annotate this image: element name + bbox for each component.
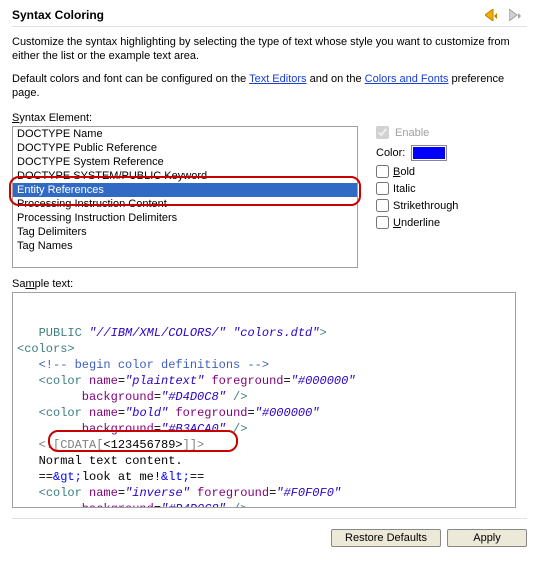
enable-label: Enable <box>395 127 429 139</box>
list-item[interactable]: Processing Instruction Delimiters <box>13 211 357 225</box>
enable-checkbox <box>376 126 389 139</box>
color-label: Color: <box>376 147 405 159</box>
list-item[interactable]: DOCTYPE Name <box>13 127 357 141</box>
color-swatch[interactable] <box>411 145 447 161</box>
sample-text-label: Sample text: <box>12 278 527 290</box>
list-item[interactable]: DOCTYPE Public Reference <box>13 141 357 155</box>
apply-button[interactable]: Apply <box>447 529 527 547</box>
list-item[interactable]: Tag Names <box>13 239 357 253</box>
underline-checkbox[interactable]: Underline <box>376 216 440 229</box>
syntax-element-list[interactable]: DOCTYPE NameDOCTYPE Public ReferenceDOCT… <box>12 126 358 268</box>
list-item[interactable]: Processing Instruction Content <box>13 197 357 211</box>
intro-text: Customize the syntax highlighting by sel… <box>12 35 527 100</box>
list-item[interactable]: DOCTYPE System Reference <box>13 155 357 169</box>
forward-icon[interactable] <box>509 9 527 21</box>
colors-fonts-link[interactable]: Colors and Fonts <box>365 73 449 85</box>
page-title: Syntax Coloring <box>12 8 104 22</box>
italic-checkbox[interactable]: Italic <box>376 182 416 195</box>
restore-defaults-button[interactable]: Restore Defaults <box>331 529 441 547</box>
sample-text-area[interactable]: PUBLIC "//IBM/XML/COLORS/" "colors.dtd">… <box>12 292 516 508</box>
strike-checkbox[interactable]: Strikethrough <box>376 199 458 212</box>
bold-checkbox[interactable]: Bold <box>376 165 415 178</box>
text-editors-link[interactable]: Text Editors <box>249 73 306 85</box>
list-item[interactable]: Tag Delimiters <box>13 225 357 239</box>
list-item[interactable]: Entity References <box>13 183 357 197</box>
syntax-element-label: Syntax Element: <box>12 112 527 124</box>
back-icon[interactable] <box>485 9 503 21</box>
list-item[interactable]: DOCTYPE SYSTEM/PUBLIC Keyword <box>13 169 357 183</box>
